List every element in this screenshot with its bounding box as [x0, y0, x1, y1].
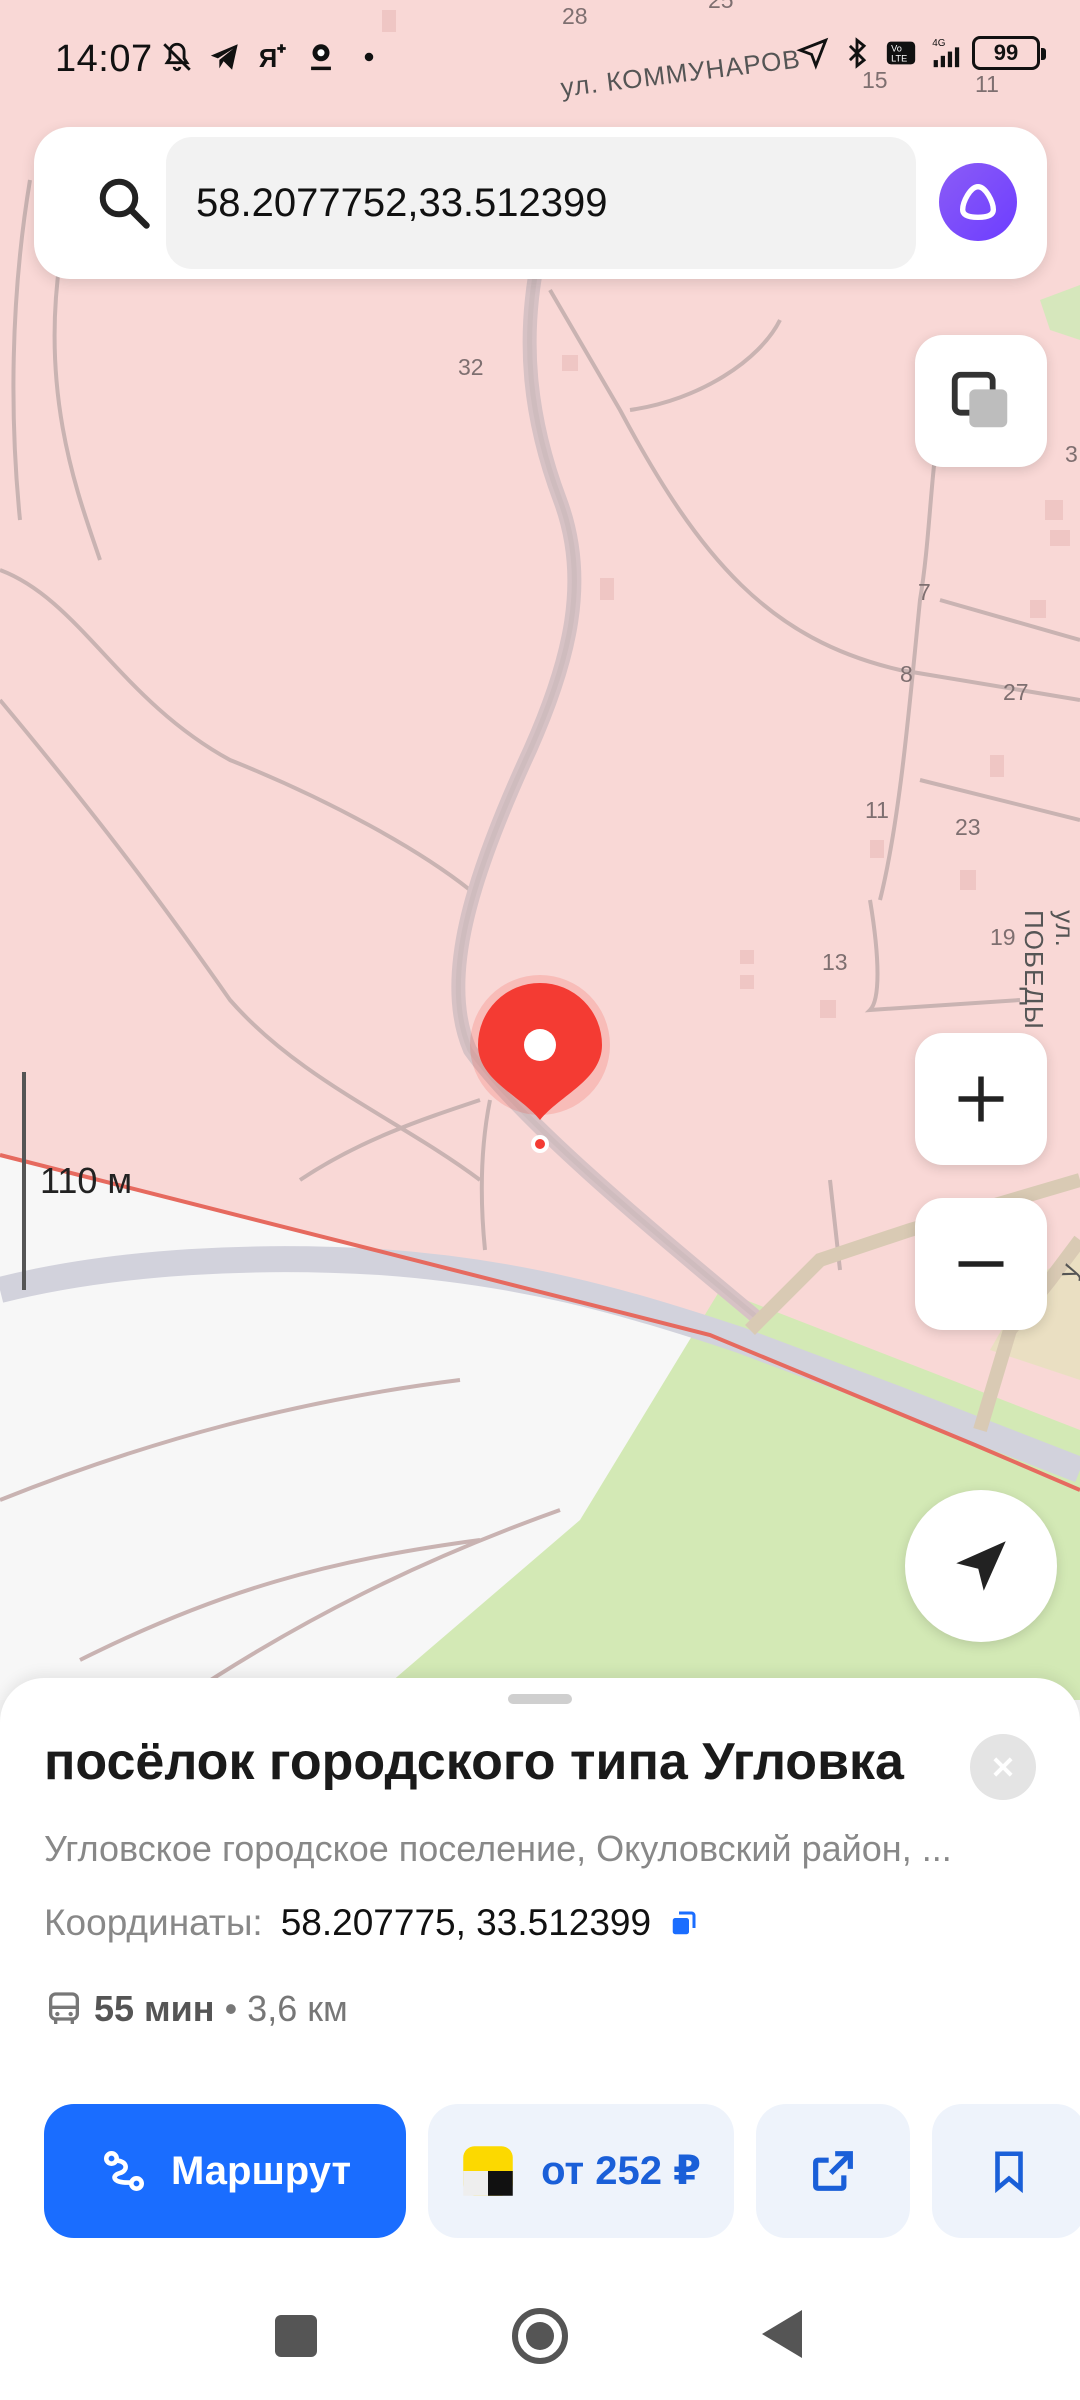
taxi-button[interactable]: от 252 ₽ [428, 2104, 734, 2238]
house-number: 8 [900, 661, 913, 687]
coordinates-label: Координаты: [44, 1902, 263, 1943]
sheet-grabber[interactable] [508, 1694, 572, 1704]
route-button-label: Маршрут [170, 2148, 352, 2193]
search-query: 58.2077752,33.512399 [196, 181, 608, 225]
search-input[interactable]: 58.2077752,33.512399 [166, 137, 916, 269]
action-buttons: Маршрут от 252 ₽ [44, 2104, 1080, 2238]
navigation-icon [796, 37, 829, 70]
house-number: 32 [458, 354, 484, 380]
house-number: 23 [955, 814, 981, 840]
house-number: 7 [918, 579, 931, 605]
route-distance: 3,6 км [247, 1988, 348, 2029]
home-button[interactable] [512, 2308, 568, 2364]
my-location-button[interactable] [905, 1490, 1057, 1642]
zoom-in-button[interactable] [915, 1033, 1047, 1165]
bluetooth-icon [848, 37, 867, 69]
system-navigation-bar [0, 2270, 1080, 2400]
signal-icon: 4G [932, 38, 960, 68]
scale-bar [22, 1072, 26, 1290]
alice-voice-assistant-button[interactable] [939, 163, 1017, 241]
house-number: 13 [822, 949, 848, 975]
mute-icon [163, 42, 191, 72]
copy-icon[interactable] [669, 1908, 699, 1938]
house-number: 27 [1003, 679, 1029, 705]
navigation-arrow-icon [956, 1541, 1006, 1591]
house-number: 19 [990, 924, 1016, 950]
bookmark-button[interactable] [932, 2104, 1080, 2238]
back-button[interactable] [762, 2310, 802, 2358]
layers-icon [951, 371, 1008, 428]
svg-text:LTE: LTE [891, 54, 907, 64]
map-layers-button[interactable] [915, 335, 1047, 467]
volte-icon: VoLTE [886, 41, 916, 65]
place-title: посёлок городского типа Угловка [44, 1733, 904, 1791]
svg-text:Vo: Vo [891, 44, 902, 54]
svg-text:Я: Я [259, 45, 277, 73]
route-estimate: 55 мин • 3,6 км [44, 1988, 348, 2030]
share-button[interactable] [756, 2104, 910, 2238]
taxi-icon [463, 2146, 513, 2196]
plus-icon [958, 1076, 1004, 1122]
street-label-pobedy: ул. ПОБЕДЫ [1019, 910, 1080, 1030]
minus-icon [958, 1261, 1004, 1267]
battery-icon: 99 [972, 36, 1046, 70]
svg-text:4G: 4G [932, 38, 945, 49]
route-separator: • [224, 1988, 238, 2029]
alice-icon [959, 183, 997, 221]
coordinates-value[interactable]: 58.207775, 33.512399 [281, 1902, 651, 1944]
route-time: 55 мин [94, 1988, 215, 2029]
telegram-icon [210, 44, 238, 70]
house-number: 11 [865, 797, 889, 823]
route-icon [103, 2151, 144, 2191]
dot-icon [364, 52, 374, 62]
taxi-price: от 252 ₽ [541, 2149, 701, 2193]
status-bar: 14:07 Я Vo LTE 4G 99 [0, 0, 1080, 100]
house-number: 3 [1065, 441, 1078, 467]
search-bar[interactable]: 58.2077752,33.512399 [34, 127, 1047, 279]
recents-button[interactable] [275, 2315, 317, 2357]
scale-label: 110 м [40, 1160, 133, 1201]
share-icon [813, 2151, 853, 2191]
search-icon[interactable] [94, 173, 154, 233]
status-time: 14:07 [55, 38, 153, 80]
bus-icon [49, 1992, 79, 2024]
route-button[interactable]: Маршрут [44, 2104, 406, 2238]
close-button[interactable] [970, 1734, 1036, 1800]
bookmark-icon [995, 2151, 1023, 2194]
yandex-icon: Я [259, 44, 286, 73]
close-icon [993, 1757, 1013, 1777]
place-address: Угловское городское поселение, Окуловски… [44, 1828, 952, 1869]
zoom-out-button[interactable] [915, 1198, 1047, 1330]
coordinates-row: Координаты: 58.207775, 33.512399 [44, 1902, 699, 1944]
location-icon [311, 44, 331, 71]
